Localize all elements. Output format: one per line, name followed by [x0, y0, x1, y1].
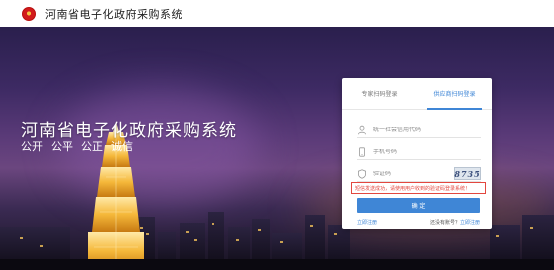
bind-account-text: 还没有账号？立即注册 — [430, 219, 480, 226]
header-title: 河南省电子化政府采购系统 — [45, 8, 183, 21]
phone-field — [357, 144, 481, 160]
captcha-input[interactable] — [373, 170, 453, 177]
captcha-field: 8735 — [357, 166, 481, 182]
credit-code-input[interactable] — [373, 126, 453, 133]
error-message: 短信发送成功，请使用用户收到的验证码登录系统！ — [351, 182, 486, 194]
national-emblem-icon — [22, 6, 36, 21]
confirm-button[interactable]: 确 定 — [357, 198, 480, 213]
slogan-item: 公平 — [51, 141, 73, 153]
login-tabs: 专家扫码登录 供应商扫码登录 — [342, 78, 492, 110]
slogan-item: 诚信 — [111, 141, 133, 153]
user-icon — [358, 125, 366, 134]
captcha-image[interactable]: 8735 — [454, 167, 481, 180]
credit-code-field — [357, 122, 481, 138]
phone-icon — [359, 146, 365, 157]
register-link[interactable]: 立即注册 — [357, 219, 377, 226]
slogan-item: 公正 — [81, 141, 103, 153]
no-account-text: 还没有账号？ — [429, 220, 460, 226]
shield-icon — [358, 168, 366, 179]
register-now-link[interactable]: 立即注册 — [460, 220, 480, 226]
login-footer-links: 立即注册 还没有账号？立即注册 — [357, 219, 480, 226]
top-header: 河南省电子化政府采购系统 — [0, 0, 554, 27]
tab-supplier-login[interactable]: 供应商扫码登录 — [417, 78, 492, 110]
slogan-item: 公开 — [21, 141, 43, 153]
hero-slogan: 公开 公平 公正 诚信 — [21, 138, 133, 154]
tab-expert-login[interactable]: 专家扫码登录 — [342, 78, 417, 109]
login-panel: 专家扫码登录 供应商扫码登录 8735 短信发送成功，请使用用户收到的验证码登录… — [342, 78, 492, 229]
phone-input[interactable] — [373, 148, 453, 155]
